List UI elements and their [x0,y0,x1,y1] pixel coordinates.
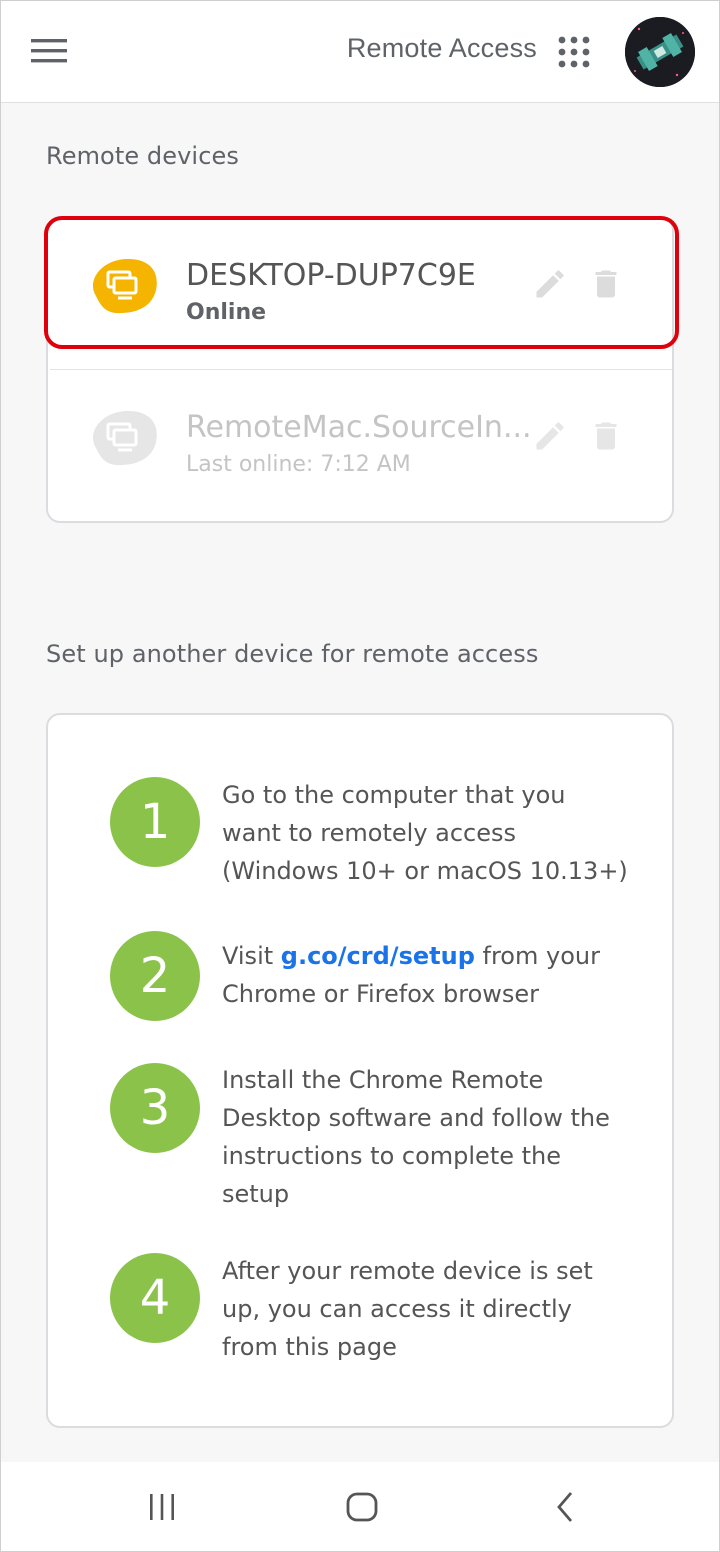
device-name: DESKTOP-DUP7C9E [186,258,476,293]
apps-grid-icon [558,36,590,68]
avatar-image-icon [625,17,695,87]
edit-device-button[interactable] [528,414,572,458]
device-row-mac[interactable]: RemoteMac.SourceIn... Last online: 7:12 … [48,370,672,520]
step-text: Go to the computer that you want to remo… [222,781,628,885]
step-text: Visit g.co/crd/setup from your Chrome or… [222,937,632,1013]
back-button[interactable] [535,1482,595,1532]
apps-button[interactable] [553,31,595,73]
device-row-desktop[interactable]: DESKTOP-DUP7C9E Online [48,218,672,368]
device-name: RemoteMac.SourceIn... [186,410,532,445]
device-status: Last online: 7:12 AM [186,452,411,477]
back-chevron-icon [557,1492,573,1522]
recent-apps-icon [150,1494,174,1520]
device-status: Online [186,300,267,325]
hamburger-menu-icon [31,39,67,63]
step-text: Install the Chrome Remote Desktop softwa… [222,1066,610,1208]
trash-icon [595,422,617,450]
home-button[interactable] [332,1482,392,1532]
delete-device-button[interactable] [584,414,628,458]
setup-link[interactable]: g.co/crd/setup [281,942,475,970]
step-number-badge: 4 [110,1253,200,1343]
delete-device-button[interactable] [584,262,628,306]
menu-button[interactable] [27,31,71,71]
pencil-icon [536,422,564,450]
account-avatar[interactable] [625,17,695,87]
computer-blob-icon [92,258,157,314]
system-navigation-bar [1,1462,719,1551]
setup-heading: Set up another device for remote access [46,640,539,668]
step-number-badge: 2 [110,931,200,1021]
home-icon [346,1492,378,1522]
page-title: Remote Access [346,33,537,63]
app-bar: Remote Access [1,1,719,103]
step-number-badge: 1 [110,777,200,867]
computer-blob-icon [92,410,157,466]
edit-device-button[interactable] [528,262,572,306]
setup-instructions-card: 1 Go to the computer that you want to re… [46,713,674,1428]
recent-apps-button[interactable] [132,1482,192,1532]
remote-devices-heading: Remote devices [46,142,239,170]
pencil-icon [536,270,564,298]
step-text: After your remote device is set up, you … [222,1257,593,1361]
remote-devices-card: DESKTOP-DUP7C9E Online RemoteMac.SourceI… [46,216,674,523]
step-number-badge: 3 [110,1063,200,1153]
trash-icon [595,270,617,298]
step-text-before: Visit [222,942,281,970]
